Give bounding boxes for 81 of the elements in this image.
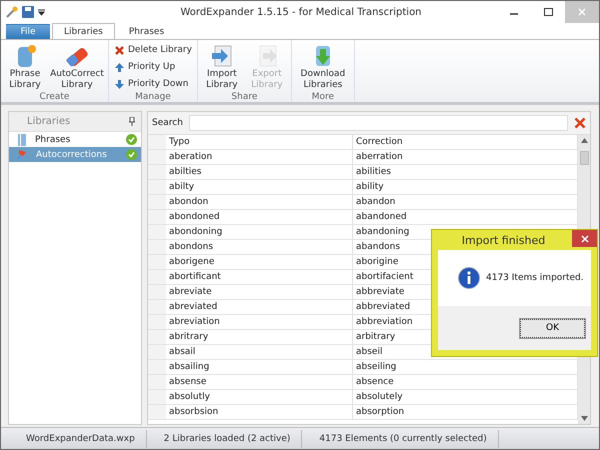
ribbon-button[interactable]: Download Libraries xyxy=(294,42,351,92)
library-label: Autocorrections xyxy=(36,150,108,160)
group-label: Share xyxy=(230,92,258,102)
table-cell: abreviate xyxy=(166,285,353,299)
search-field[interactable] xyxy=(188,115,568,131)
table-cell: abreviated xyxy=(166,300,353,314)
row-header[interactable] xyxy=(148,300,166,314)
table-cell: abilties xyxy=(166,165,353,179)
clear-icon[interactable] xyxy=(574,117,586,129)
row-header[interactable] xyxy=(148,330,166,344)
ribbon-tab[interactable]: Phrases xyxy=(116,24,176,39)
arrow-up-icon xyxy=(114,62,125,72)
search-label: Search xyxy=(152,118,183,128)
status-text: WordExpanderData.wxp xyxy=(9,430,147,448)
row-header[interactable] xyxy=(148,165,166,179)
row-header[interactable] xyxy=(148,255,166,269)
panel-title: Libraries xyxy=(26,116,72,127)
close-icon xyxy=(578,8,586,16)
table-cell: absorbsion xyxy=(166,405,353,419)
row-header[interactable] xyxy=(148,195,166,209)
group-label: Manage xyxy=(134,92,172,102)
group-label: More xyxy=(310,92,336,102)
table-cell: abritrary xyxy=(166,330,353,344)
table-cell: abondon xyxy=(166,195,353,209)
row-header[interactable] xyxy=(148,240,166,254)
group-label: Create xyxy=(38,92,70,102)
ok-button[interactable]: OK xyxy=(520,318,585,338)
column-header[interactable]: Typo xyxy=(166,135,353,149)
window-title: WordExpander 1.5.15 - for Medical Transcription xyxy=(179,6,423,18)
arrow-down-icon xyxy=(114,78,125,90)
table-cell: abilty xyxy=(166,180,353,194)
table-cell: abondons xyxy=(166,240,353,254)
delete-icon xyxy=(114,44,125,56)
book-icon xyxy=(17,134,27,146)
library-label: Phrases xyxy=(35,134,72,144)
check-icon xyxy=(126,149,137,160)
ribbon-button[interactable]: Phrase Library xyxy=(4,42,46,92)
status-text: 2 Libraries loaded (2 active) xyxy=(146,430,302,448)
wand-icon[interactable] xyxy=(6,6,18,18)
row-header[interactable] xyxy=(148,270,166,284)
maximize-icon xyxy=(544,8,552,16)
pin-icon[interactable] xyxy=(129,117,135,126)
scrollbar-thumb[interactable] xyxy=(580,151,588,165)
row-header[interactable] xyxy=(148,285,166,299)
ribbon-button[interactable]: Priority Down xyxy=(112,76,194,92)
table-cell: aborigene xyxy=(166,255,353,269)
ribbon-button[interactable]: AutoCorrect Library xyxy=(49,42,105,92)
check-icon xyxy=(126,134,137,145)
pin-icon xyxy=(17,149,28,160)
row-header[interactable] xyxy=(148,210,166,224)
table-cell: abondoned xyxy=(166,210,353,224)
table-cell: absolutly xyxy=(166,390,353,404)
table-cell: abortificant xyxy=(166,270,353,284)
row-header[interactable] xyxy=(148,375,166,389)
scroll-up-icon[interactable] xyxy=(580,138,588,143)
close-button[interactable] xyxy=(572,230,597,247)
info-icon xyxy=(458,267,480,289)
table-cell: absailing xyxy=(166,360,353,374)
row-header[interactable] xyxy=(148,345,166,359)
dropdown-icon[interactable] xyxy=(38,8,45,16)
ribbon-button[interactable]: Delete Library xyxy=(112,42,194,58)
scroll-down-icon[interactable] xyxy=(580,416,588,421)
row-header[interactable] xyxy=(148,315,166,329)
select-all-corner[interactable] xyxy=(148,135,166,149)
ribbon-button[interactable]: Import Library xyxy=(200,42,243,92)
table-cell: abondoning xyxy=(166,225,353,239)
table-cell: absail xyxy=(166,345,353,359)
row-header[interactable] xyxy=(148,225,166,239)
ribbon-tab[interactable]: Libraries xyxy=(52,23,115,39)
table-cell: abreviation xyxy=(166,315,353,329)
row-header[interactable] xyxy=(148,390,166,404)
status-text: 4173 Elements (0 currently selected) xyxy=(302,430,499,448)
table-cell: absense xyxy=(166,375,353,389)
row-header[interactable] xyxy=(148,180,166,194)
row-header[interactable] xyxy=(148,405,166,419)
row-header[interactable] xyxy=(148,360,166,374)
save-icon[interactable] xyxy=(22,6,34,18)
close-icon xyxy=(580,234,588,242)
row-header[interactable] xyxy=(148,150,166,164)
table-cell: aberation xyxy=(166,150,353,164)
ribbon-button[interactable]: Priority Up xyxy=(112,59,194,75)
